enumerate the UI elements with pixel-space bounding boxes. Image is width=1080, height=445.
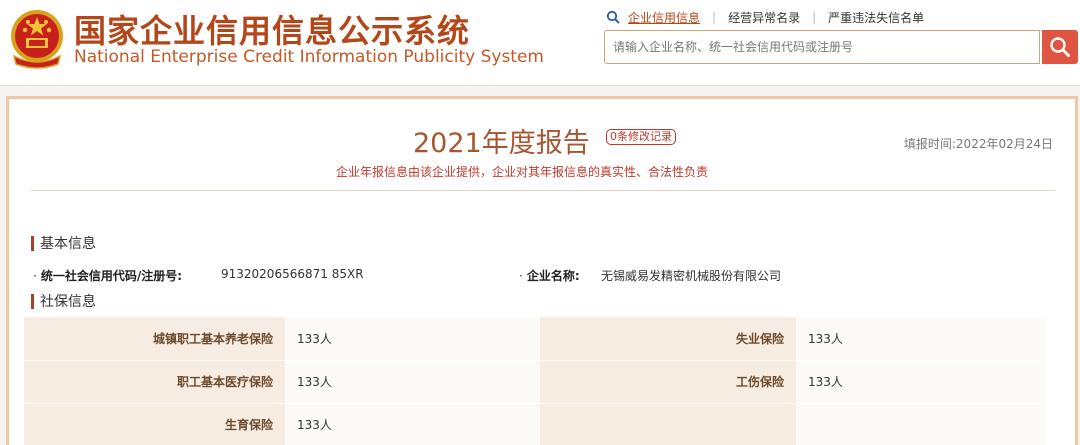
insurance-label <box>540 403 796 445</box>
header-divider <box>31 190 1055 191</box>
section-marker <box>31 293 34 309</box>
site-title-cn: 国家企业信用信息公示系统 <box>74 12 471 50</box>
nav-abnormal-list[interactable]: 经营异常名录 <box>728 9 800 26</box>
modification-records-link[interactable]: 0条修改记录 <box>606 129 676 145</box>
section-social-insurance-label: 社保信息 <box>40 294 96 310</box>
insurance-label: 生育保险 <box>24 403 285 445</box>
report-title: 2021年度报告 <box>413 128 590 159</box>
report-disclaimer: 企业年报信息由该企业提供，企业对其年报信息的真实性、合法性负责 <box>336 165 709 179</box>
table-row: 生育保险 133人 <box>24 403 1046 445</box>
nav-separator: | <box>812 10 817 24</box>
search-icon <box>1050 37 1070 57</box>
magnifier-icon <box>606 10 620 24</box>
search-input[interactable] <box>604 30 1040 64</box>
nav-credit-info[interactable]: 企业信用信息 <box>628 9 700 26</box>
table-row: 城镇职工基本养老保险 133人 失业保险 133人 <box>24 317 1046 361</box>
company-name-value: 无锡威易发精密机械股份有限公司 <box>601 269 782 283</box>
table-row: 职工基本医疗保险 133人 工伤保险 133人 <box>24 360 1046 404</box>
section-basic-info-label: 基本信息 <box>40 236 96 252</box>
insurance-value: 133人 <box>796 360 1046 404</box>
insurance-label: 职工基本医疗保险 <box>24 360 285 404</box>
site-title-en: National Enterprise Credit Information P… <box>74 47 544 67</box>
fill-date: 填报时间:2022年02月24日 <box>903 137 1053 151</box>
credit-code-value: 91320206566871 85XR <box>221 267 364 281</box>
credit-code-label: 统一社会信用代码/注册号: <box>40 269 183 283</box>
insurance-value <box>796 403 1046 445</box>
nav-blacklist[interactable]: 严重违法失信名单 <box>828 9 924 26</box>
top-nav: 企业信用信息 | 经营异常名录 | 严重违法失信名单 <box>606 8 924 26</box>
section-basic-info: 基本信息 <box>31 233 96 253</box>
company-name-field: · 企业名称: 无锡威易发精密机械股份有限公司 <box>519 269 782 283</box>
section-marker <box>31 235 34 251</box>
national-emblem-icon <box>11 10 63 69</box>
site-header: 国家企业信用信息公示系统 National Enterprise Credit … <box>0 0 1080 86</box>
insurance-value: 133人 <box>285 360 540 404</box>
credit-code-field: · 统一社会信用代码/注册号: 91320206566871 85XR <box>33 267 364 283</box>
insurance-label: 城镇职工基本养老保险 <box>24 317 285 361</box>
section-social-insurance: 社保信息 <box>31 291 96 311</box>
insurance-value: 133人 <box>285 317 540 361</box>
insurance-label: 失业保险 <box>540 317 796 361</box>
search-button[interactable] <box>1042 30 1078 64</box>
insurance-value: 133人 <box>796 317 1046 361</box>
social-insurance-table: 城镇职工基本养老保险 133人 失业保险 133人 职工基本医疗保险 133人 … <box>24 317 1046 445</box>
company-name-label: 企业名称: <box>526 269 580 283</box>
insurance-label: 工伤保险 <box>540 360 796 404</box>
insurance-value: 133人 <box>285 403 540 445</box>
nav-separator: | <box>712 10 717 24</box>
